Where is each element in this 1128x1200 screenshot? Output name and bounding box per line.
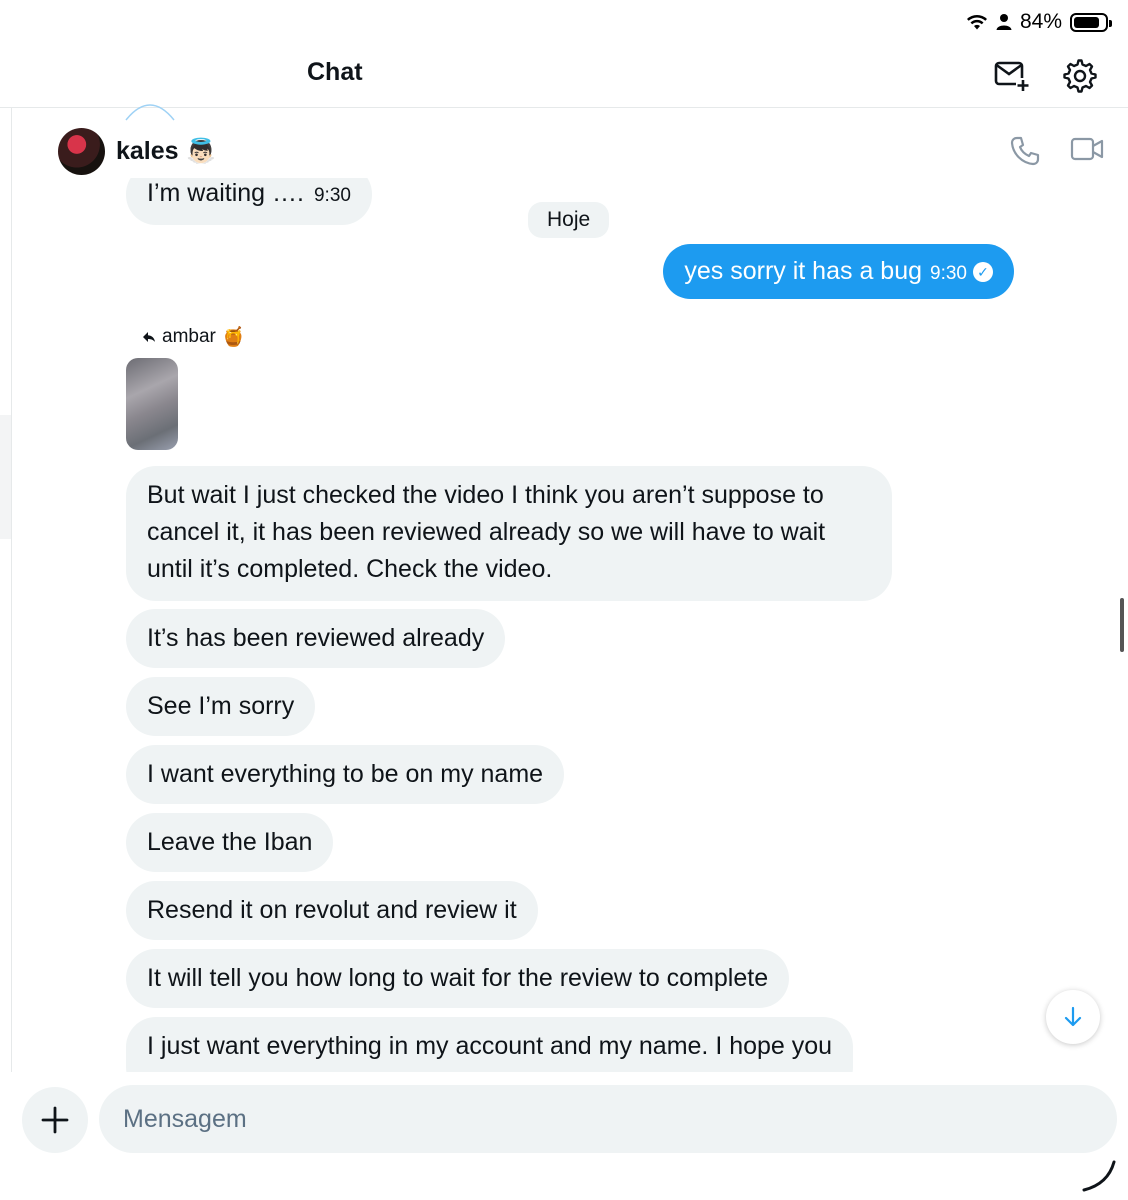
arrow-down-icon — [1064, 1006, 1082, 1027]
reply-label[interactable]: ambar 🍯 — [142, 325, 246, 349]
message-text: It’s has been reviewed already — [147, 624, 485, 652]
battery-icon — [1070, 12, 1112, 32]
message-bubble-received[interactable]: It will tell you how long to wait for th… — [126, 949, 790, 1008]
scrollbar-thumb[interactable] — [1120, 598, 1124, 652]
message-bubble-received[interactable]: I just want everything in my account and… — [126, 1017, 854, 1072]
message-text: yes sorry it has a bug — [684, 257, 923, 285]
settings-button[interactable] — [1060, 56, 1100, 96]
message-bubble-received[interactable]: But wait I just checked the video I thin… — [126, 466, 892, 601]
message-input[interactable] — [99, 1085, 1117, 1153]
add-attachment-button[interactable] — [22, 1087, 88, 1153]
battery-percent: 84% — [1019, 10, 1062, 33]
conversation-name[interactable]: kales — [116, 137, 179, 166]
status-indicators: 84% — [966, 10, 1112, 34]
message-composer — [0, 1072, 1128, 1200]
message-text: It will tell you how long to wait for th… — [147, 964, 769, 992]
message-bubble-received[interactable]: It’s has been reviewed already — [126, 609, 506, 668]
status-bar: 84% — [0, 0, 1128, 44]
wifi-icon — [966, 15, 987, 30]
top-actions — [992, 56, 1100, 96]
reply-emoji: 🍯 — [221, 327, 246, 348]
message-text-line: until it’s completed. Check the video. — [147, 555, 553, 583]
message-bubble-received[interactable]: Resend it on revolut and review it — [126, 881, 538, 940]
message-bubble-received[interactable]: See I’m sorry — [126, 677, 316, 736]
message-text-line: cancel it, it has been reviewed already … — [147, 518, 826, 546]
message-time: 9:30 — [313, 185, 351, 206]
sidebar-tab[interactable] — [0, 415, 11, 539]
avatar[interactable] — [58, 128, 105, 175]
message-text: Resend it on revolut and review it — [147, 896, 517, 924]
top-bar: Chat — [0, 44, 1128, 108]
scroll-to-bottom-button[interactable] — [1046, 990, 1100, 1044]
message-text-line: But wait I just checked the video I thin… — [147, 481, 824, 509]
call-actions — [1010, 136, 1104, 166]
new-message-button[interactable] — [992, 56, 1032, 96]
video-thumbnail[interactable] — [126, 358, 178, 450]
message-text: I want everything to be on my name — [147, 760, 544, 788]
message-bubble-received[interactable]: Leave the Iban — [126, 813, 334, 872]
message-list[interactable]: I’m waiting …. 9:30 Hoje yes sorry it has… — [12, 178, 1128, 1072]
reply-name: ambar — [162, 326, 216, 347]
page-title: Chat — [307, 58, 363, 86]
plus-icon — [41, 1106, 69, 1134]
message-text: I’m waiting …. — [147, 179, 304, 207]
message-bubble-sent[interactable]: yes sorry it has a bug 9:30 ✓ — [663, 244, 1014, 299]
video-icon[interactable] — [1070, 136, 1104, 162]
phone-icon[interactable] — [1010, 136, 1040, 166]
message-text: Leave the Iban — [147, 828, 313, 856]
message-bubble-received[interactable]: I’m waiting …. 9:30 — [126, 178, 372, 225]
faint-arc — [125, 104, 175, 121]
message-time: 9:30 — [930, 263, 967, 284]
loading-indicator-icon — [1082, 1160, 1116, 1192]
settings-icon — [1063, 59, 1097, 93]
name-emoji: 👼🏻 — [186, 138, 216, 165]
message-bubble-received[interactable]: I want everything to be on my name — [126, 745, 565, 804]
reply-arrow-icon — [143, 332, 155, 342]
person-icon — [996, 14, 1012, 30]
date-divider: Hoje — [528, 202, 610, 238]
message-text: See I’m sorry — [147, 692, 295, 720]
new-message-icon — [994, 61, 1030, 92]
check-circle-icon: ✓ — [973, 262, 993, 283]
conversation-header: kales 👼🏻 — [58, 128, 1118, 178]
battery-fill — [1074, 16, 1100, 28]
message-text: I just want everything in my account and… — [147, 1032, 833, 1060]
